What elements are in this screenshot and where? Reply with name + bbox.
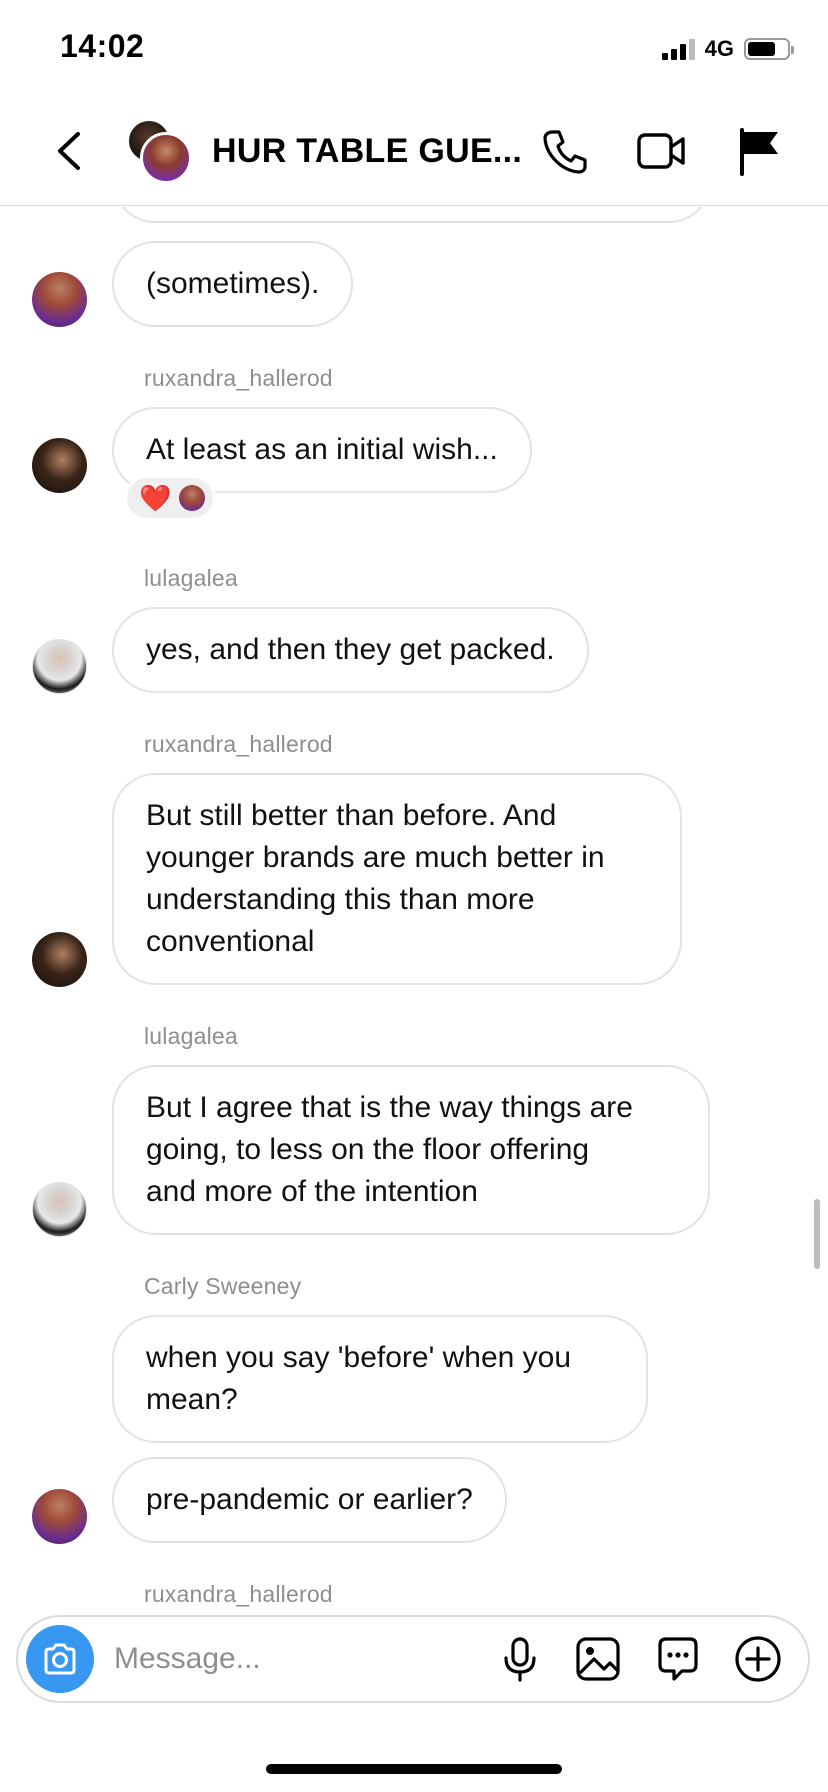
battery-icon xyxy=(744,38,794,60)
message-bubble[interactable]: pre-pandemic or earlier? xyxy=(112,1457,507,1543)
message-line: mean? xyxy=(146,1383,238,1416)
reactor-avatar xyxy=(179,485,206,511)
chat-sticker-icon xyxy=(658,1637,698,1681)
phone-icon xyxy=(543,130,587,174)
scrollbar[interactable] xyxy=(814,1199,820,1269)
chat-header: HUR TABLE GUE... xyxy=(0,96,828,206)
status-time: 14:02 xyxy=(60,28,145,64)
message-line: understanding this than more xyxy=(146,883,535,916)
network-type: 4G xyxy=(704,36,734,61)
message-thread[interactable]: (sometimes). ruxandra_hallerod At least … xyxy=(0,207,828,1607)
sender-name: ruxandra_hallerod xyxy=(144,365,333,391)
status-indicators: 4G xyxy=(661,36,794,62)
message-composer xyxy=(16,1615,810,1703)
sender-name: ruxandra_hallerod xyxy=(144,731,333,757)
message-line: But still better than before. And xyxy=(146,799,557,832)
report-button[interactable] xyxy=(734,124,788,178)
message-bubble[interactable]: (sometimes). xyxy=(112,241,354,327)
message-bubble[interactable]: But I agree that is the way things are g… xyxy=(112,1065,710,1235)
signal-icon xyxy=(661,38,695,60)
message-text: (sometimes). xyxy=(146,267,320,300)
avatar[interactable] xyxy=(32,1489,87,1544)
message-line: going, to less on the floor offering xyxy=(146,1133,590,1166)
message-bubble[interactable]: when you say 'before' when you mean? xyxy=(112,1315,648,1443)
heart-icon: ❤️ xyxy=(139,483,172,513)
more-options-button[interactable] xyxy=(732,1633,784,1685)
message-text: pre-pandemic or earlier? xyxy=(146,1483,473,1516)
avatar[interactable] xyxy=(32,438,87,493)
avatar[interactable] xyxy=(32,1182,87,1237)
camera-icon xyxy=(44,1643,76,1675)
message-line: conventional xyxy=(146,925,315,958)
message-input[interactable] xyxy=(114,1617,494,1701)
call-button[interactable] xyxy=(538,124,592,178)
avatar[interactable] xyxy=(32,639,87,694)
image-icon xyxy=(576,1637,620,1681)
chevron-left-icon xyxy=(58,132,80,170)
plus-circle-icon xyxy=(735,1636,781,1682)
microphone-icon xyxy=(504,1637,536,1682)
sender-name: Carly Sweeney xyxy=(144,1273,302,1299)
message-bubble[interactable]: But still better than before. And younge… xyxy=(112,773,682,985)
message-line: younger brands are much better in xyxy=(146,841,605,874)
message-line: But I agree that is the way things are xyxy=(146,1091,633,1124)
gallery-button[interactable] xyxy=(572,1633,624,1685)
message-line: and more of the intention xyxy=(146,1175,478,1208)
group-avatar[interactable] xyxy=(126,118,192,184)
message-text: yes, and then they get packed. xyxy=(146,633,555,666)
chat-title[interactable]: HUR TABLE GUE... xyxy=(212,132,522,171)
sender-name: lulagalea xyxy=(144,565,238,591)
sender-name: lulagalea xyxy=(144,1023,238,1049)
video-camera-icon xyxy=(637,133,685,169)
back-button[interactable] xyxy=(50,126,90,176)
home-indicator[interactable] xyxy=(266,1764,562,1774)
status-bar: 14:02 4G xyxy=(0,0,828,96)
avatar[interactable] xyxy=(32,932,87,987)
avatar[interactable] xyxy=(32,272,87,327)
voice-message-button[interactable] xyxy=(494,1633,546,1685)
reaction-badge[interactable]: ❤️ xyxy=(124,475,216,521)
message-bubble-partial[interactable] xyxy=(112,207,712,223)
camera-button[interactable] xyxy=(26,1625,94,1693)
message-text: At least as an initial wish... xyxy=(146,433,498,466)
sticker-button[interactable] xyxy=(652,1633,704,1685)
message-bubble[interactable]: yes, and then they get packed. xyxy=(112,607,589,693)
message-line: when you say 'before' when you xyxy=(146,1341,572,1374)
sender-name: ruxandra_hallerod xyxy=(144,1581,333,1607)
flag-icon xyxy=(740,128,778,176)
video-call-button[interactable] xyxy=(634,124,688,178)
